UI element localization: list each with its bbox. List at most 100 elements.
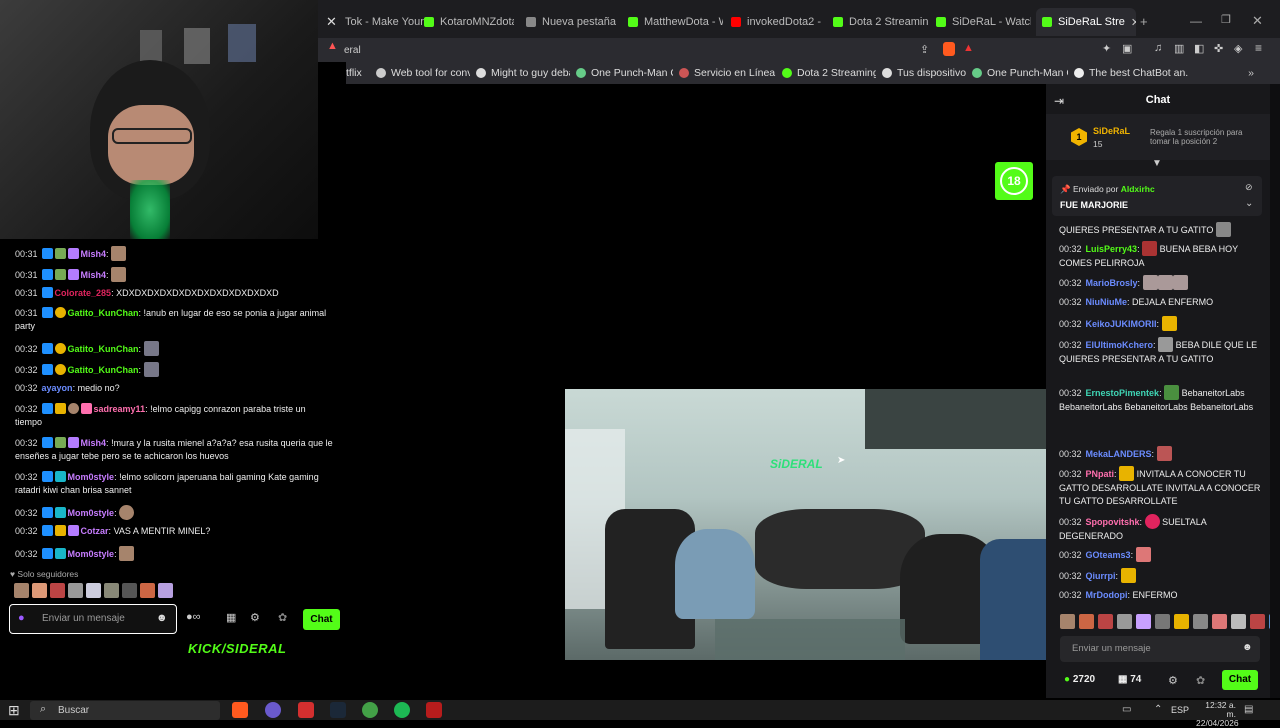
emote[interactable] [158,583,173,598]
emote[interactable] [1098,614,1113,629]
brave-icon[interactable] [232,702,248,718]
bookmark-dispositivos[interactable]: Tus dispositivos [876,67,966,79]
dota-icon[interactable] [426,702,442,718]
left-chat-button[interactable]: Chat [303,609,340,630]
filter-icon[interactable]: ▼ [1152,158,1162,169]
emote[interactable] [122,583,137,598]
chat-message: 00:31 Gatito_KunChan: !anub en lugar de e… [15,307,327,331]
right-message-input[interactable]: Enviar un mensaje ☻ [1060,636,1260,662]
close-tab-icon[interactable]: ✕ [1131,16,1136,29]
gift-counter[interactable]: ▦ 74 [1118,674,1141,685]
notifications-icon[interactable]: ▤ [1244,704,1253,715]
chevron-down-icon[interactable]: ⌄ [1245,198,1253,209]
emote[interactable] [1193,614,1208,629]
unpin-icon[interactable]: ⊘ [1245,182,1253,193]
emote[interactable] [1079,614,1094,629]
tab-kotaro[interactable]: KotaroMNZdota - W [424,8,514,36]
emote[interactable] [1060,614,1075,629]
emote[interactable] [1250,614,1265,629]
coin-badge-icon [54,343,66,354]
emote[interactable] [1117,614,1132,629]
sub-badge-icon [41,548,53,559]
bookmark-opm1[interactable]: One Punch-Man Ca... [570,67,673,79]
puzzle-icon[interactable]: ✜ [1214,42,1223,55]
chat-message: 00:32 Gatito_KunChan: [15,362,333,377]
gift-icon[interactable]: ✿ [1196,674,1205,687]
emote[interactable] [14,583,29,598]
bookmark-chatbot[interactable]: The best ChatBot an... [1068,67,1188,79]
bookmark-dota[interactable]: Dota 2 Streaming -... [776,67,876,79]
mic-icon[interactable]: ● [18,612,25,624]
sidebar-icon[interactable]: ▥ [1174,42,1184,55]
tab-sideral-watch[interactable]: SiDeRaL - Watch th [936,8,1031,36]
emote[interactable] [1155,614,1170,629]
language-indicator[interactable]: ESP [1171,705,1189,715]
emoji-icon[interactable]: ☻ [1242,642,1253,653]
brave-rewards-icon[interactable]: ▲ [963,42,974,54]
close-icon[interactable]: ✕ [326,14,337,30]
app-icon[interactable] [265,702,281,718]
brave-shield-icon[interactable] [943,42,955,56]
more-bookmarks-icon[interactable]: » [1248,67,1254,79]
emote[interactable] [1136,614,1151,629]
clock[interactable]: 12:32 a. m. 22/04/2026 [1196,701,1239,728]
menu-icon[interactable]: ≡ [1255,41,1262,55]
left-message-input[interactable]: ● Enviar un mensaje ☻ [9,604,177,634]
settings-icon[interactable]: ⚙ [250,611,260,624]
tab-new[interactable]: Nueva pestaña [526,8,616,36]
emote[interactable] [68,583,83,598]
bookmark-webtool[interactable]: Web tool for conver... [370,67,470,79]
bookmark-opm2[interactable]: One Punch-Man Ca... [966,67,1068,79]
settings-icon[interactable]: ⚙ [1168,674,1178,687]
address-text[interactable]: eral [344,45,361,56]
keyboard-icon[interactable]: ▭ [1122,704,1131,715]
screenshot-icon[interactable]: ▣ [1122,42,1132,55]
emote[interactable] [140,583,155,598]
stream-video[interactable]: SiDERAL ➤ [565,389,1046,660]
emote[interactable] [1212,614,1227,629]
wallet-icon[interactable]: ◧ [1194,42,1204,55]
tab-matthew[interactable]: MatthewDota - Wa [628,8,723,36]
emoji-icon[interactable]: ☻ [156,612,168,624]
vpn-icon[interactable]: ◈ [1234,42,1242,55]
emote[interactable] [86,583,101,598]
share-icon[interactable]: ⇪ [920,43,929,56]
bookmark-servicio[interactable]: Servicio en Línea| Es... [673,67,776,79]
emote[interactable] [50,583,65,598]
bookmark-netflix[interactable]: tflix [346,67,370,79]
overlay-chat: 00:31 Mish4: 00:31 Mish4: 00:31 Colorate_28… [0,239,346,656]
gift-icon[interactable]: ✿ [278,611,287,624]
windows-start-icon[interactable]: ⊞ [8,702,20,719]
maximize-icon[interactable]: ❐ [1221,13,1231,26]
scrollbar[interactable] [1270,84,1280,698]
tab-dota[interactable]: Dota 2 Streaming [833,8,928,36]
spotify-icon[interactable] [394,702,410,718]
tab-invoked[interactable]: invokedDota2 - You [731,8,821,36]
google-icon [882,68,892,78]
emote[interactable] [104,583,119,598]
app-icon[interactable] [298,702,314,718]
address-bar[interactable]: ▲ eral ⇪ ▲ ✦ ▣ ♫ ▥ ◧ ✜ ◈ ≡ [318,38,1280,62]
minimize-icon[interactable]: — [1190,14,1202,28]
points-icon[interactable]: ●∞ [186,611,201,623]
sub-badge-icon [41,437,53,448]
app-icon[interactable] [362,702,378,718]
extension-icon[interactable]: ✦ [1102,42,1111,55]
new-tab-icon[interactable]: + [1140,14,1148,29]
music-icon[interactable]: ♫ [1154,42,1162,54]
taskbar-search[interactable]: ⌕ Buscar [30,701,220,720]
window-close-icon[interactable]: ✕ [1252,13,1263,29]
tab-sideral-active[interactable]: SiDeRaL Stre ✕ [1036,8,1136,36]
chevron-up-icon[interactable]: ⌃ [1154,704,1162,715]
right-chat-button[interactable]: Chat [1222,670,1258,690]
steam-icon[interactable] [330,702,346,718]
top-gifter-name[interactable]: SiDeRaL [1093,126,1130,136]
tab-tok[interactable]: Tok - Make Your [345,8,425,36]
points-counter[interactable]: ● 2720 [1064,674,1095,685]
emote[interactable] [32,583,47,598]
emote[interactable] [1231,614,1246,629]
emote[interactable] [1174,614,1189,629]
pinned-message[interactable]: 📌 Enviado por Aldxirhc FUE MARJORIE ⊘ ⌄ [1052,176,1262,216]
store-icon[interactable]: ▦ [226,611,236,624]
bookmark-might[interactable]: Might to guy debaj... [470,67,570,79]
